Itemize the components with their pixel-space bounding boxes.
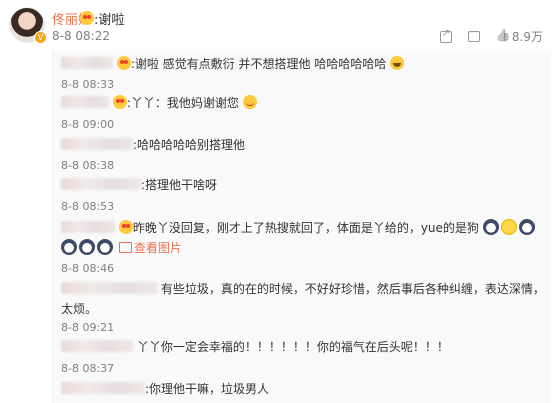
reply-time: 8-8 08:33 xyxy=(61,78,115,91)
action-bar: 8.9万 xyxy=(439,28,543,45)
image-icon xyxy=(118,242,132,253)
smile-emoji-icon xyxy=(242,95,257,109)
heart-eyes-emoji-icon xyxy=(118,220,133,234)
heart-eyes-emoji-icon xyxy=(116,56,131,70)
blurred-username xyxy=(61,221,115,233)
list-item: :谢啦 感觉有点敷衍 并不想搭理他 哈哈哈哈哈哈 xyxy=(61,54,405,74)
share-icon xyxy=(439,28,452,43)
like-count: 8.9万 xyxy=(511,30,543,44)
list-item: 丫丫你一定会幸福的！！！！！！你的福气在后头呢！！！ xyxy=(61,337,449,357)
reply-time: 8-8 09:21 xyxy=(61,321,115,334)
reply-text-continued: 太烦。 xyxy=(61,302,98,316)
verified-badge-icon: V xyxy=(34,31,47,44)
list-item: 太烦。 xyxy=(61,299,97,319)
reply-text: :谢啦 感觉有点敷衍 并不想搭理他 哈哈哈哈哈哈 xyxy=(130,57,387,71)
reply-text: 有些垃圾，真的在的时候，不好好珍惜，然后事后各种纠缠，表达深情， xyxy=(160,282,545,296)
reply-text: :搭理他干啥呀 xyxy=(141,178,218,192)
share-button[interactable] xyxy=(439,28,452,43)
blurred-username xyxy=(61,57,113,69)
dog-emoji-icon xyxy=(518,219,535,235)
reply-text: :你理他干嘛，垃圾男人 xyxy=(145,382,270,396)
blurred-username xyxy=(61,96,109,108)
reply-text: :哈哈哈哈哈别搭理他 xyxy=(133,138,246,152)
comment-icon xyxy=(467,28,480,42)
reply-time: 8-8 08:38 xyxy=(61,159,115,172)
post-header: V 佟丽娅 :谢啦 8-8 08:22 8.9万 xyxy=(0,0,553,50)
laughing-emoji-icon xyxy=(390,56,405,70)
reply-time: 8-8 08:37 xyxy=(61,362,115,375)
list-item: 昨晚丫没回复，刚才上了热搜就回了，体面是丫给的，yue的是狗 xyxy=(61,218,537,238)
blurred-username xyxy=(61,178,141,190)
crying-emoji-icon xyxy=(500,219,517,235)
reply-time: 8-8 09:00 xyxy=(61,118,115,131)
dog-emoji-icon xyxy=(97,239,113,255)
like-button[interactable]: 8.9万 xyxy=(496,28,543,45)
list-item: :哈哈哈哈哈别搭理他 xyxy=(61,135,245,155)
post-time: 8-8 08:22 xyxy=(52,29,110,43)
reply-text: :谢啦 xyxy=(94,13,125,28)
list-item: :你理他干嘛，垃圾男人 xyxy=(61,379,269,399)
blurred-username xyxy=(61,138,133,150)
list-item: 查看图片 xyxy=(61,238,182,258)
list-item: :搭理他干啥呀 xyxy=(61,175,217,195)
dog-emoji-icon xyxy=(79,239,95,255)
reply-text: :丫丫：我他妈谢谢您 xyxy=(126,96,239,110)
blurred-username xyxy=(61,340,133,352)
reply-text: 昨晚丫没回复，刚才上了热搜就回了，体面是丫给的，yue的是狗 xyxy=(132,221,479,235)
heart-eyes-emoji-icon xyxy=(112,95,127,109)
dog-emoji-icon xyxy=(61,239,77,255)
list-item: :丫丫：我他妈谢谢您 xyxy=(61,93,257,113)
reply-time: 8-8 08:53 xyxy=(61,200,115,213)
heart-eyes-emoji-icon xyxy=(80,11,94,25)
blurred-username xyxy=(61,382,145,394)
reply-thread: :谢啦 感觉有点敷衍 并不想搭理他 哈哈哈哈哈哈 8-8 08:33 :丫丫：我… xyxy=(52,51,551,403)
view-image-link[interactable]: 查看图片 xyxy=(118,241,182,255)
dog-emoji-icon xyxy=(482,219,499,235)
list-item: 有些垃圾，真的在的时候，不好好珍惜，然后事后各种纠缠，表达深情， xyxy=(61,279,545,299)
reply-time: 8-8 08:46 xyxy=(61,262,115,275)
blurred-username xyxy=(61,282,157,294)
comment-button[interactable] xyxy=(467,28,480,42)
reply-text: 丫丫你一定会幸福的！！！！！！你的福气在后头呢！！！ xyxy=(136,340,449,354)
like-icon xyxy=(496,30,509,43)
